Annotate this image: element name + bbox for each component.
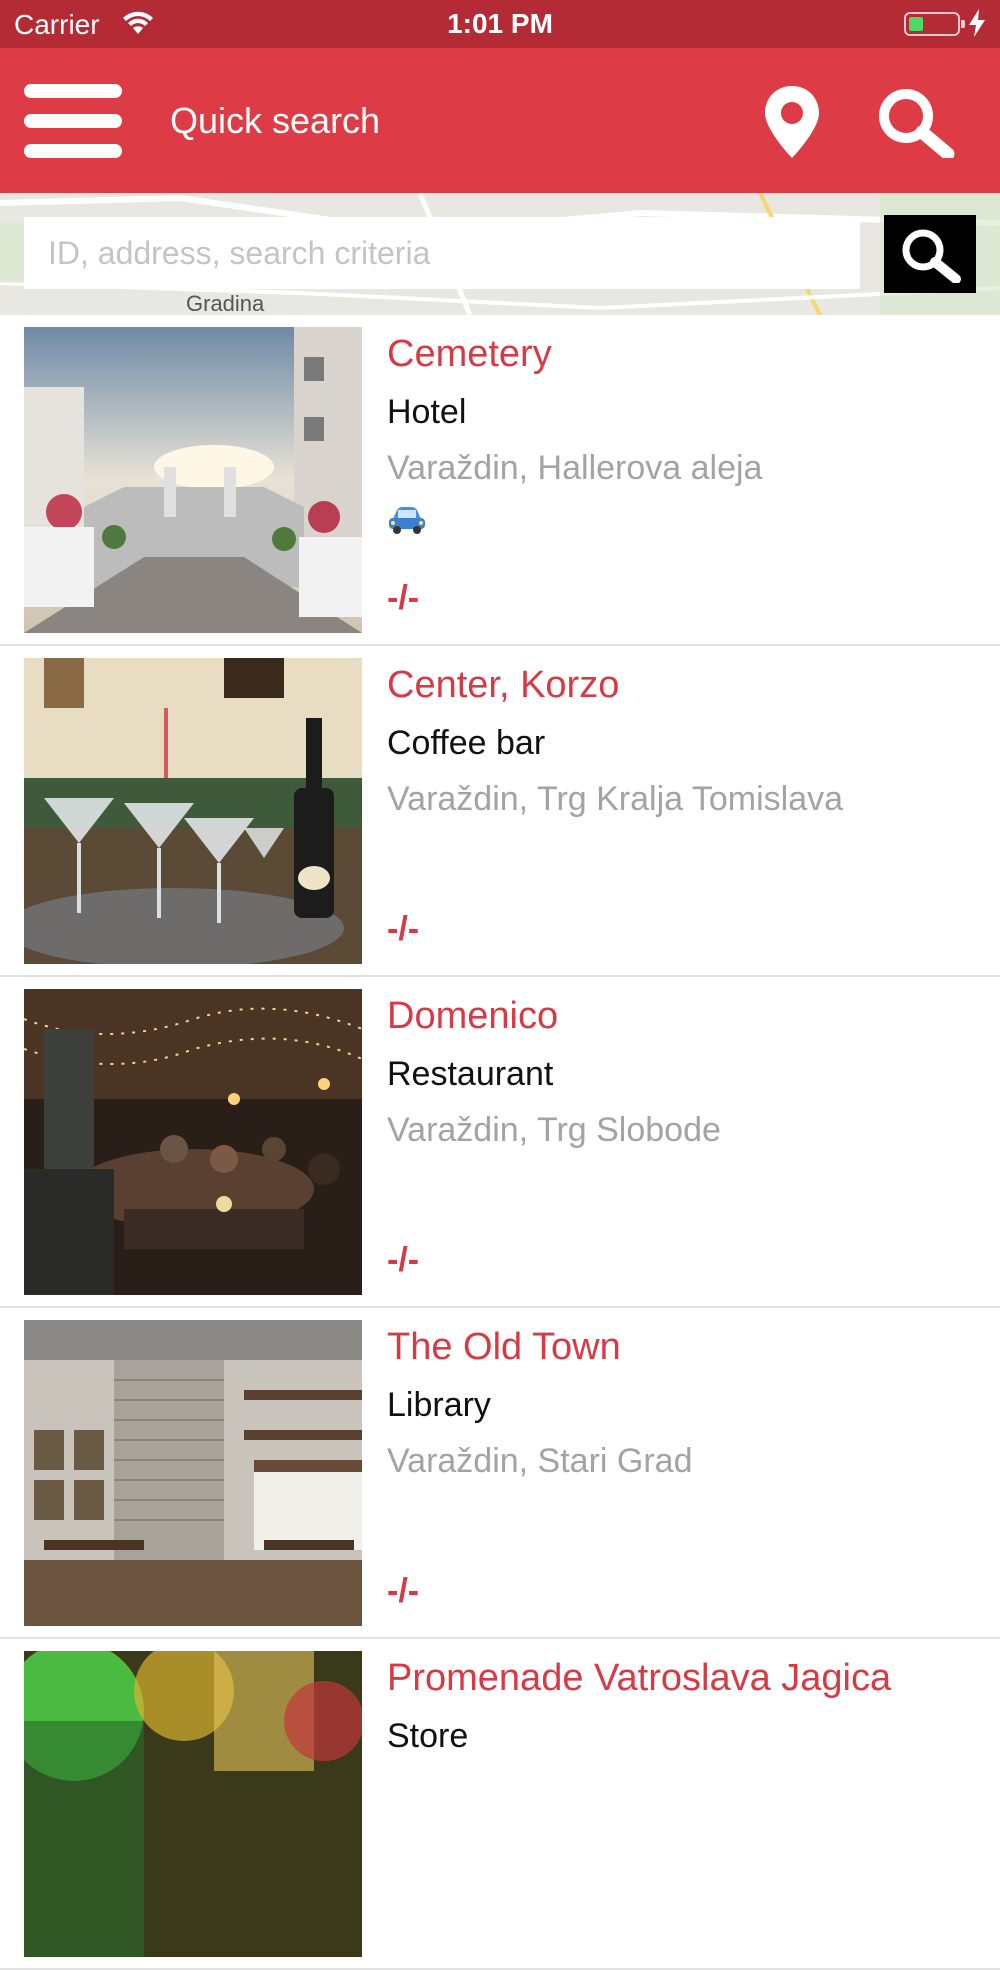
search-input[interactable] (24, 217, 860, 289)
list-item[interactable]: Center, Korzo Coffee bar Varaždin, Trg K… (0, 646, 1000, 977)
place-photo (24, 1320, 362, 1626)
list-item[interactable]: Promenade Vatroslava Jagica Store (0, 1639, 1000, 1970)
place-price: -/- (387, 910, 420, 948)
map-pin-icon[interactable] (762, 84, 822, 160)
nav-bar: Quick search (0, 48, 1000, 193)
list-item[interactable]: Domenico Restaurant Varaždin, Trg Slobod… (0, 977, 1000, 1308)
place-category: Coffee bar (387, 724, 546, 762)
list-item[interactable]: Cemetery Hotel Varaždin, Hallerova aleja… (0, 315, 1000, 646)
battery-icon (904, 12, 965, 36)
place-photo (24, 658, 362, 964)
place-price: -/- (387, 1241, 420, 1279)
place-name: Center, Korzo (387, 664, 620, 706)
place-photo (24, 327, 362, 633)
place-photo (24, 989, 362, 1295)
place-photo (24, 1651, 362, 1957)
search-icon[interactable] (876, 86, 956, 158)
place-name: Promenade Vatroslava Jagica (387, 1657, 892, 1699)
place-address: Varaždin, Trg Slobode (387, 1111, 721, 1149)
place-category: Restaurant (387, 1055, 554, 1093)
search-button[interactable] (884, 215, 976, 293)
hamburger-icon[interactable] (24, 84, 122, 158)
place-price: -/- (387, 1572, 420, 1610)
place-name: The Old Town (387, 1326, 621, 1368)
list-item[interactable]: The Old Town Library Varaždin, Stari Gra… (0, 1308, 1000, 1639)
place-name: Cemetery (387, 333, 552, 375)
place-address: Varaždin, Hallerova aleja (387, 449, 763, 487)
place-address: Varaždin, Stari Grad (387, 1442, 693, 1480)
search-bar-area: Gradina (0, 193, 1000, 315)
status-bar: Carrier 1:01 PM (0, 0, 1000, 48)
place-category: Store (387, 1717, 469, 1755)
parking-car-icon (389, 507, 425, 534)
place-name: Domenico (387, 995, 559, 1037)
place-address: Varaždin, Trg Kralja Tomislava (387, 780, 844, 818)
map-place-label: Gradina (186, 291, 265, 315)
place-category: Library (387, 1386, 491, 1424)
search-icon (902, 229, 961, 283)
charging-icon (969, 9, 985, 37)
place-category: Hotel (387, 393, 467, 431)
results-list: Cemetery Hotel Varaždin, Hallerova aleja… (0, 315, 1000, 1970)
place-price: -/- (387, 579, 420, 617)
clock: 1:01 PM (447, 8, 553, 39)
page-title: Quick search (170, 100, 381, 141)
